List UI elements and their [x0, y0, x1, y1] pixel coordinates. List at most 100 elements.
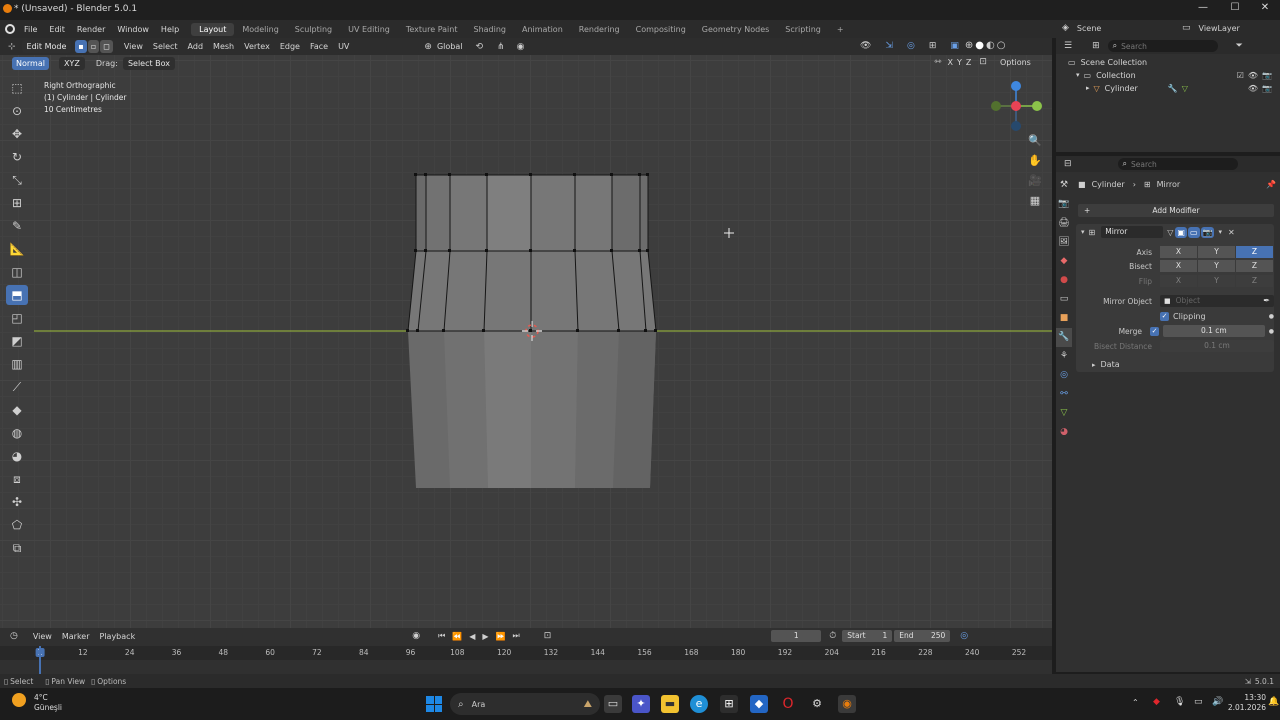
- tree-item-cylinder[interactable]: ▸ ▽ Cylinder 🔧 ▽ 👁 📷: [1056, 82, 1280, 95]
- keying-set-icon[interactable]: ⊡: [544, 631, 552, 641]
- maximize-button[interactable]: ☐: [1220, 2, 1250, 18]
- collection-tab-icon[interactable]: ▭: [1056, 290, 1072, 309]
- flip-z-toggle[interactable]: Z: [1236, 275, 1273, 287]
- flip-x-toggle[interactable]: X: [1160, 275, 1197, 287]
- clipping-checkbox[interactable]: ✓: [1160, 311, 1169, 321]
- weather-sun-icon[interactable]: [12, 693, 26, 707]
- outliner-search[interactable]: ⌕ Search: [1107, 40, 1218, 52]
- mirror-object-field[interactable]: ■ Object ✒: [1160, 295, 1274, 307]
- edit-cage-icon[interactable]: ▽: [1167, 228, 1173, 237]
- network-icon[interactable]: ▭: [1194, 697, 1203, 707]
- app-icon[interactable]: ◆: [750, 695, 768, 713]
- tab-sculpting[interactable]: Sculpting: [287, 23, 340, 36]
- jump-end-icon[interactable]: ⏭: [513, 631, 520, 641]
- tab-rendering[interactable]: Rendering: [571, 23, 628, 36]
- collapse-chevron-icon[interactable]: ▾: [1081, 228, 1085, 236]
- render-tab-icon[interactable]: 📷: [1056, 195, 1072, 214]
- store-icon[interactable]: ⊞: [720, 695, 738, 713]
- modifier-name-field[interactable]: Mirror: [1101, 226, 1164, 238]
- tab-uv-editing[interactable]: UV Editing: [340, 23, 398, 36]
- camera-icon[interactable]: 📷: [1262, 82, 1272, 95]
- clock[interactable]: 13:30 2.01.2026: [1226, 693, 1266, 713]
- tab-compositing[interactable]: Compositing: [628, 23, 694, 36]
- menu-help[interactable]: Help: [155, 25, 185, 34]
- taskbar-search[interactable]: ⌕ Ara ⛰: [450, 693, 600, 715]
- scene-selector[interactable]: ◈ Scene: [1062, 23, 1101, 33]
- timeline-menu-playback[interactable]: Playback: [95, 632, 141, 641]
- data-subpanel[interactable]: ▸ Data: [1092, 360, 1120, 369]
- current-frame-field[interactable]: 1: [771, 630, 822, 642]
- 3d-viewport[interactable]: ⊹ Edit Mode ▪ ▫ ◻ View Select Add Mesh V…: [0, 38, 1052, 628]
- menu-file[interactable]: File: [18, 25, 43, 34]
- weather-widget[interactable]: 4°C Güneşli: [34, 693, 62, 713]
- pan-hand-icon[interactable]: ✋: [1027, 154, 1043, 170]
- viewport-toggle-icon[interactable]: ▭: [1187, 226, 1200, 238]
- flip-y-toggle[interactable]: Y: [1198, 275, 1235, 287]
- mesh-canvas[interactable]: [0, 38, 1052, 628]
- ortho-toggle-icon[interactable]: ▦: [1027, 194, 1043, 210]
- tool-tab-icon[interactable]: ⚒: [1056, 176, 1072, 195]
- output-tab-icon[interactable]: 🖨: [1056, 214, 1072, 233]
- view-layer-selector[interactable]: ▭ ViewLayer: [1182, 23, 1240, 33]
- axis-z-toggle[interactable]: Z: [1236, 246, 1273, 258]
- tree-item-collection[interactable]: ▾ ▭ Collection ☑ 👁 📷: [1056, 69, 1280, 82]
- material-tab-icon[interactable]: ◕: [1056, 423, 1072, 442]
- scene-tab-icon[interactable]: ◆: [1056, 252, 1072, 271]
- axis-x-toggle[interactable]: X: [1160, 246, 1197, 258]
- particles-tab-icon[interactable]: ⚘: [1056, 347, 1072, 366]
- volume-icon[interactable]: 🔊: [1212, 697, 1223, 707]
- tab-layout[interactable]: Layout: [191, 22, 235, 36]
- merge-checkbox[interactable]: ✓: [1150, 326, 1159, 336]
- tab-scripting[interactable]: Scripting: [777, 23, 829, 36]
- opera-icon[interactable]: O: [779, 695, 797, 713]
- tab-animation[interactable]: Animation: [514, 23, 571, 36]
- edge-browser-icon[interactable]: e: [690, 695, 708, 713]
- blender-taskbar-icon[interactable]: ◉: [838, 695, 856, 713]
- bisect-y-toggle[interactable]: Y: [1198, 260, 1235, 272]
- tab-shading[interactable]: Shading: [465, 23, 514, 36]
- object-tab-icon[interactable]: ■: [1056, 309, 1072, 328]
- end-frame-field[interactable]: End 250: [894, 630, 951, 642]
- keyframe-dot-icon[interactable]: ●: [1269, 328, 1274, 335]
- auto-keying-icon[interactable]: ◉: [412, 631, 420, 641]
- tree-item-scene-collection[interactable]: ▭ Scene Collection: [1056, 56, 1280, 69]
- jump-keyframe-back-icon[interactable]: ⏪: [452, 632, 462, 641]
- edit-mode-toggle-icon[interactable]: ▣: [1175, 226, 1187, 238]
- bisect-x-toggle[interactable]: X: [1160, 260, 1197, 272]
- timeline-menu-view[interactable]: View: [28, 632, 57, 641]
- bisect-z-toggle[interactable]: Z: [1236, 260, 1273, 272]
- start-frame-field[interactable]: Start 1: [842, 630, 893, 642]
- copilot-icon[interactable]: ✦: [632, 695, 650, 713]
- tray-app-icon[interactable]: ◆: [1153, 697, 1160, 707]
- menu-render[interactable]: Render: [71, 25, 111, 34]
- notification-bell-icon[interactable]: 🔔: [1268, 697, 1279, 707]
- microphone-icon[interactable]: 🎙: [1174, 697, 1185, 707]
- timeline-ruler[interactable]: 1122436486072849610812013214415616818019…: [0, 646, 1052, 660]
- task-view-icon[interactable]: ▭: [604, 695, 622, 713]
- eyedropper-icon[interactable]: ✒: [1263, 295, 1270, 307]
- display-mode-icon[interactable]: ⊞: [1092, 41, 1100, 51]
- jump-keyframe-forward-icon[interactable]: ⏩: [496, 632, 506, 641]
- add-modifier-button[interactable]: + Add Modifier: [1078, 204, 1274, 217]
- modifier-menu-icon[interactable]: ▾: [1218, 228, 1222, 236]
- physics-tab-icon[interactable]: ◎: [1056, 366, 1072, 385]
- menu-window[interactable]: Window: [111, 25, 155, 34]
- tab-geometry-nodes[interactable]: Geometry Nodes: [694, 23, 777, 36]
- jump-start-icon[interactable]: ⏮: [438, 631, 445, 641]
- filter-icon[interactable]: ⏷: [1236, 41, 1243, 51]
- file-explorer-icon[interactable]: ▬: [661, 695, 679, 713]
- merge-distance-field[interactable]: 0.1 cm: [1163, 325, 1265, 337]
- pin-icon[interactable]: 📌: [1266, 180, 1276, 189]
- minimize-button[interactable]: —: [1188, 2, 1218, 18]
- play-reverse-icon[interactable]: ◀: [469, 632, 475, 641]
- timeline-view-icon[interactable]: ◎: [960, 631, 968, 641]
- axis-y-toggle[interactable]: Y: [1198, 246, 1235, 258]
- chatgpt-icon[interactable]: ⚙: [808, 695, 826, 713]
- close-window-button[interactable]: ✕: [1250, 2, 1280, 18]
- add-workspace-icon[interactable]: +: [829, 23, 852, 36]
- data-tab-icon[interactable]: ▽: [1056, 404, 1072, 423]
- constraints-tab-icon[interactable]: ⚯: [1056, 385, 1072, 404]
- tab-texture-paint[interactable]: Texture Paint: [398, 23, 466, 36]
- keyframe-dot-icon[interactable]: ●: [1269, 313, 1274, 320]
- play-icon[interactable]: ▶: [482, 632, 488, 641]
